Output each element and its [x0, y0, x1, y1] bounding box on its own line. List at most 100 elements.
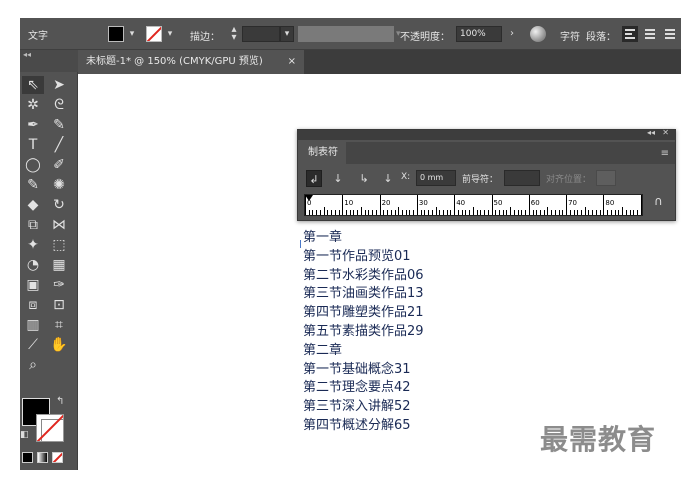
ruler-tick: [331, 210, 333, 215]
line-segment-tool-icon[interactable]: ╱: [48, 136, 70, 154]
type-tool-icon[interactable]: T: [22, 136, 44, 154]
ruler-number: 50: [493, 199, 503, 207]
paragraph-panel-link[interactable]: 段落：: [586, 28, 616, 43]
zoom-tool-icon[interactable]: ⌕: [22, 356, 44, 374]
slice-tool-icon[interactable]: ⟋: [22, 336, 44, 354]
pen-tool-icon[interactable]: ✒: [22, 116, 44, 134]
ruler-tick: [625, 210, 627, 215]
default-fill-stroke-icon[interactable]: ◧: [20, 430, 29, 440]
leader-input[interactable]: [504, 170, 540, 186]
tools-panel-grip[interactable]: ◂◂: [20, 50, 78, 72]
variable-width-profile[interactable]: [298, 26, 394, 42]
text-frame[interactable]: 第一章 第一节作品预览01 第二节水彩类作品06 第三节油画类作品13 第四节雕塑类作品…: [303, 229, 424, 436]
position-panel-above-text-icon[interactable]: ∩: [654, 194, 663, 208]
opacity-label[interactable]: 不透明度：: [400, 28, 450, 43]
rotate-tool-icon[interactable]: ↻: [48, 196, 70, 214]
text-line: 第四节概述分解65: [303, 417, 411, 433]
close-tab-icon[interactable]: ×: [288, 50, 296, 74]
ruler-tick: [498, 210, 500, 215]
stroke-weight-dropdown-icon[interactable]: ▾: [280, 26, 294, 42]
tab-ruler[interactable]: 0102030405060708090: [304, 194, 643, 216]
align-on-input[interactable]: [596, 170, 616, 186]
gradient-tool-icon[interactable]: ▣: [22, 276, 44, 294]
align-right-icon[interactable]: [662, 26, 678, 42]
stroke-swatch[interactable]: [146, 26, 162, 42]
text-line: 第五节素描类作品29: [303, 323, 424, 339]
shape-builder-tool-icon[interactable]: ◔: [22, 256, 44, 274]
ruler-tick: [491, 195, 493, 215]
gradient-mode-icon[interactable]: [37, 452, 48, 463]
artboard-tool-icon[interactable]: ⌗: [48, 316, 70, 334]
stroke-label[interactable]: 描边：: [190, 28, 220, 43]
selection-tool-icon[interactable]: ⇖: [22, 76, 44, 94]
decimal-justified-tab-icon[interactable]: ↓: [380, 170, 396, 187]
ruler-tick: [551, 210, 553, 215]
collapse-panel-icon[interactable]: ◂◂: [647, 128, 655, 137]
tabs-panel-titlebar[interactable]: ◂◂ ✕: [298, 128, 675, 140]
ruler-tick: [323, 207, 325, 215]
ruler-tick: [513, 210, 515, 215]
text-line: 第一章: [303, 230, 343, 245]
eyedropper-tool-icon[interactable]: ✑: [48, 276, 70, 294]
magic-wand-tool-icon[interactable]: ✲: [22, 96, 44, 114]
stroke-weight-stepper-icon[interactable]: ▴ ▾: [228, 25, 240, 43]
ruler-tick: [457, 210, 459, 215]
ruler-tick: [539, 210, 541, 215]
align-left-icon[interactable]: [622, 26, 638, 42]
opacity-expand-icon[interactable]: ›: [506, 26, 518, 42]
ruler-tick: [305, 195, 306, 215]
eraser-tool-icon[interactable]: ◆: [22, 196, 44, 214]
stroke-dropdown-icon[interactable]: ▾: [164, 26, 176, 42]
shaper-tool-icon[interactable]: ✎: [22, 176, 44, 194]
paintbrush-tool-icon[interactable]: ✐: [48, 156, 70, 174]
free-transform-tool-icon[interactable]: ⬚: [48, 236, 70, 254]
left-justified-tab-icon[interactable]: ↲: [306, 170, 322, 187]
ruler-tick: [357, 210, 359, 215]
perspective-grid-tool-icon[interactable]: ▦: [48, 256, 70, 274]
stroke-weight-input[interactable]: [242, 26, 280, 42]
puppet-warp-tool-icon[interactable]: ✦: [22, 236, 44, 254]
right-justified-tab-icon[interactable]: ↳: [356, 170, 372, 187]
ruler-tick: [588, 210, 590, 215]
column-graph-tool-icon[interactable]: ▥: [22, 316, 44, 334]
ruler-tick: [346, 210, 348, 215]
ruler-tick: [409, 210, 411, 215]
ruler-tick: [446, 210, 448, 215]
ruler-tick: [487, 210, 489, 215]
opacity-input[interactable]: 100%: [456, 26, 502, 42]
character-panel-link[interactable]: 字符: [560, 28, 580, 43]
ruler-number: 40: [456, 199, 466, 207]
width-tool-icon[interactable]: ⋈: [48, 216, 70, 234]
ellipse-tool-icon[interactable]: ◯: [22, 156, 44, 174]
tools-panel: ◂◂ ⇖ ➤ ✲ ᘓ ✒ ✎ T ╱ ◯ ✐ ✎ ✺ ◆ ↻ ⧉ ⋈ ✦ ⬚ ◔…: [20, 50, 78, 470]
ruler-number: 70: [568, 199, 578, 207]
lasso-tool-icon[interactable]: ᘓ: [48, 96, 70, 114]
align-center-icon[interactable]: [642, 26, 658, 42]
ruler-tick: [532, 210, 534, 215]
recolor-artwork-icon[interactable]: [530, 26, 546, 42]
blob-brush-tool-icon[interactable]: ✺: [48, 176, 70, 194]
panel-menu-icon[interactable]: ≡: [661, 148, 669, 159]
x-position-input[interactable]: 0 mm: [416, 170, 456, 186]
none-mode-icon[interactable]: [52, 452, 63, 463]
close-panel-icon[interactable]: ✕: [662, 128, 669, 137]
curvature-tool-icon[interactable]: ✎: [48, 116, 70, 134]
direct-selection-tool-icon[interactable]: ➤: [48, 76, 70, 94]
x-position-label: X:: [401, 172, 411, 182]
center-justified-tab-icon[interactable]: ↓: [330, 170, 346, 187]
stroke-color-icon[interactable]: [36, 414, 64, 442]
fill-dropdown-icon[interactable]: ▾: [126, 26, 138, 42]
ruler-number: 60: [530, 199, 540, 207]
document-tab[interactable]: 未标题-1* @ 150% (CMYK/GPU 预览) ×: [78, 50, 304, 74]
hand-tool-icon[interactable]: ✋: [48, 336, 70, 354]
fill-swatch[interactable]: [108, 26, 124, 42]
swap-fill-stroke-icon[interactable]: ↰: [56, 396, 64, 407]
color-mode-icon[interactable]: [22, 452, 33, 463]
symbol-sprayer-tool-icon[interactable]: ⊡: [48, 296, 70, 314]
ruler-tick: [416, 195, 418, 215]
blend-tool-icon[interactable]: ⧈: [22, 296, 44, 314]
tabs-panel-tab[interactable]: 制表符: [300, 142, 346, 164]
ruler-tick: [636, 210, 638, 215]
scale-tool-icon[interactable]: ⧉: [22, 216, 44, 234]
text-line: 第一节基础概念31: [303, 361, 411, 377]
